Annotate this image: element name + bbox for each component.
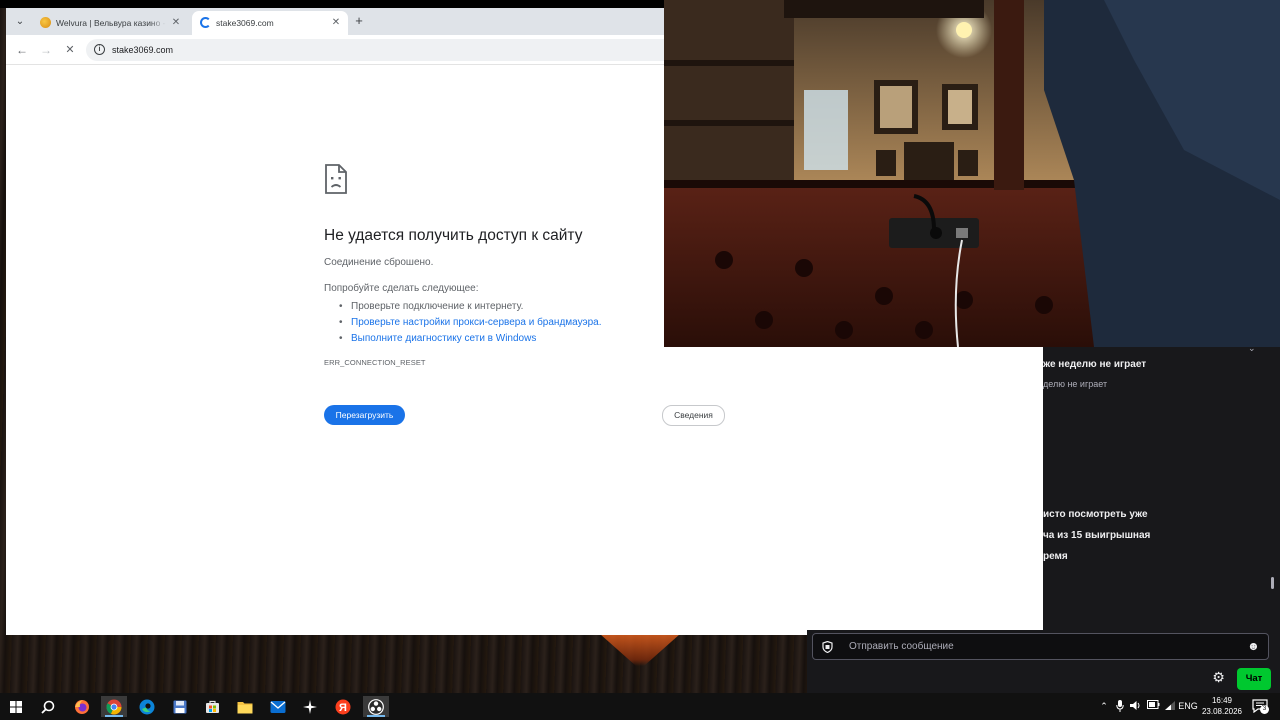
microphone-icon[interactable] bbox=[1114, 700, 1126, 713]
suggestion-list: Проверьте подключение к интернету. Прове… bbox=[336, 299, 602, 347]
webcam-scene bbox=[664, 0, 1280, 347]
sad-document-icon bbox=[325, 164, 347, 194]
tab-stake[interactable]: stake3069.com ✕ bbox=[192, 11, 348, 35]
chat-settings-gear-icon[interactable]: ⚙ bbox=[1211, 670, 1226, 685]
tab-close-icon[interactable]: ✕ bbox=[170, 17, 182, 29]
obs-recorder-icon[interactable] bbox=[363, 696, 389, 717]
suggestion-diagnostics-link[interactable]: Выполните диагностику сети в Windows bbox=[336, 331, 602, 347]
file-explorer-icon[interactable] bbox=[232, 696, 258, 717]
mail-icon[interactable] bbox=[265, 696, 291, 717]
emoji-picker-icon[interactable]: ☻ bbox=[1247, 640, 1260, 653]
input-language-indicator[interactable]: ENG bbox=[1178, 700, 1198, 713]
details-button[interactable]: Сведения bbox=[662, 405, 725, 426]
clock-time: 16:49 bbox=[1211, 696, 1233, 705]
svg-text:Я: Я bbox=[339, 702, 347, 714]
chat-scrollbar[interactable] bbox=[1271, 577, 1274, 589]
chat-message: ремя bbox=[1043, 551, 1068, 562]
tab-search-chevron-icon[interactable]: ⌄ bbox=[12, 14, 28, 30]
tab-close-icon[interactable]: ✕ bbox=[330, 17, 342, 29]
chat-message: делю не играет bbox=[1043, 379, 1108, 389]
firefox-icon[interactable] bbox=[69, 696, 95, 717]
system-clock[interactable]: 16:49 23.08.2026 bbox=[1198, 695, 1246, 717]
tab-title: stake3069.com bbox=[216, 18, 274, 28]
chat-collapse-chevron-icon[interactable]: ⌄ bbox=[1248, 343, 1258, 353]
stop-loading-icon[interactable]: ✕ bbox=[62, 42, 78, 58]
store-icon[interactable] bbox=[199, 696, 225, 717]
chat-composer: Отправить сообщение ☻ ⚙ Чат bbox=[807, 630, 1280, 693]
tab-title: Welvura | Вельвура казино - оф bbox=[56, 18, 166, 28]
chat-message: исто посмотреть уже bbox=[1043, 509, 1148, 520]
suggestion-proxy-link[interactable]: Проверьте настройки прокси-сервера и бра… bbox=[336, 315, 602, 331]
chat-message-input[interactable]: Отправить сообщение ☻ bbox=[812, 633, 1269, 660]
battery-icon[interactable] bbox=[1146, 700, 1160, 713]
loading-spinner-icon bbox=[200, 17, 211, 28]
error-try-label: Попробуйте сделать следующее: bbox=[324, 283, 479, 294]
windows-taskbar: Я ⌃ ENG 16:49 23.08.2026 3 bbox=[0, 693, 1280, 720]
windows-start-icon[interactable] bbox=[3, 696, 29, 717]
shield-icon bbox=[822, 641, 833, 653]
tray-chevron-up-icon[interactable]: ⌃ bbox=[1098, 700, 1110, 713]
suggestion-check-connection: Проверьте подключение к интернету. bbox=[336, 299, 602, 315]
forward-arrow-icon[interactable]: → bbox=[38, 42, 54, 58]
tab-welvura[interactable]: Welvura | Вельвура казино - оф ✕ bbox=[32, 11, 188, 35]
address-url[interactable]: stake3069.com bbox=[112, 39, 173, 61]
chat-input-placeholder: Отправить сообщение bbox=[849, 641, 954, 652]
site-info-icon[interactable]: i bbox=[94, 44, 105, 55]
save-floppy-icon[interactable] bbox=[167, 696, 193, 717]
error-subtitle: Соединение сброшено. bbox=[324, 257, 434, 268]
notification-count-badge: 3 bbox=[1260, 705, 1269, 714]
wifi-signal-icon[interactable] bbox=[1163, 700, 1177, 713]
error-code: ERR_CONNECTION_RESET bbox=[324, 358, 426, 367]
yandex-browser-icon[interactable]: Я bbox=[330, 696, 356, 717]
edge-icon[interactable] bbox=[134, 696, 160, 717]
chat-send-button[interactable]: Чат bbox=[1237, 668, 1271, 690]
chat-message: же неделю не играет bbox=[1043, 359, 1147, 370]
volume-speaker-icon[interactable] bbox=[1129, 700, 1143, 713]
sparkle-app-icon[interactable] bbox=[297, 696, 323, 717]
error-title: Не удается получить доступ к сайту bbox=[324, 227, 583, 244]
reload-button[interactable]: Перезагрузить bbox=[324, 405, 405, 425]
clock-date: 23.08.2026 bbox=[1201, 707, 1243, 716]
chrome-icon[interactable] bbox=[101, 696, 127, 717]
webcam-overlay bbox=[664, 0, 1280, 347]
chat-message: ча из 15 выигрышная bbox=[1043, 530, 1151, 541]
back-arrow-icon[interactable]: ← bbox=[14, 42, 30, 58]
search-icon[interactable] bbox=[35, 696, 61, 717]
new-tab-button[interactable]: + bbox=[352, 14, 366, 28]
welvura-favicon-icon bbox=[40, 17, 51, 28]
